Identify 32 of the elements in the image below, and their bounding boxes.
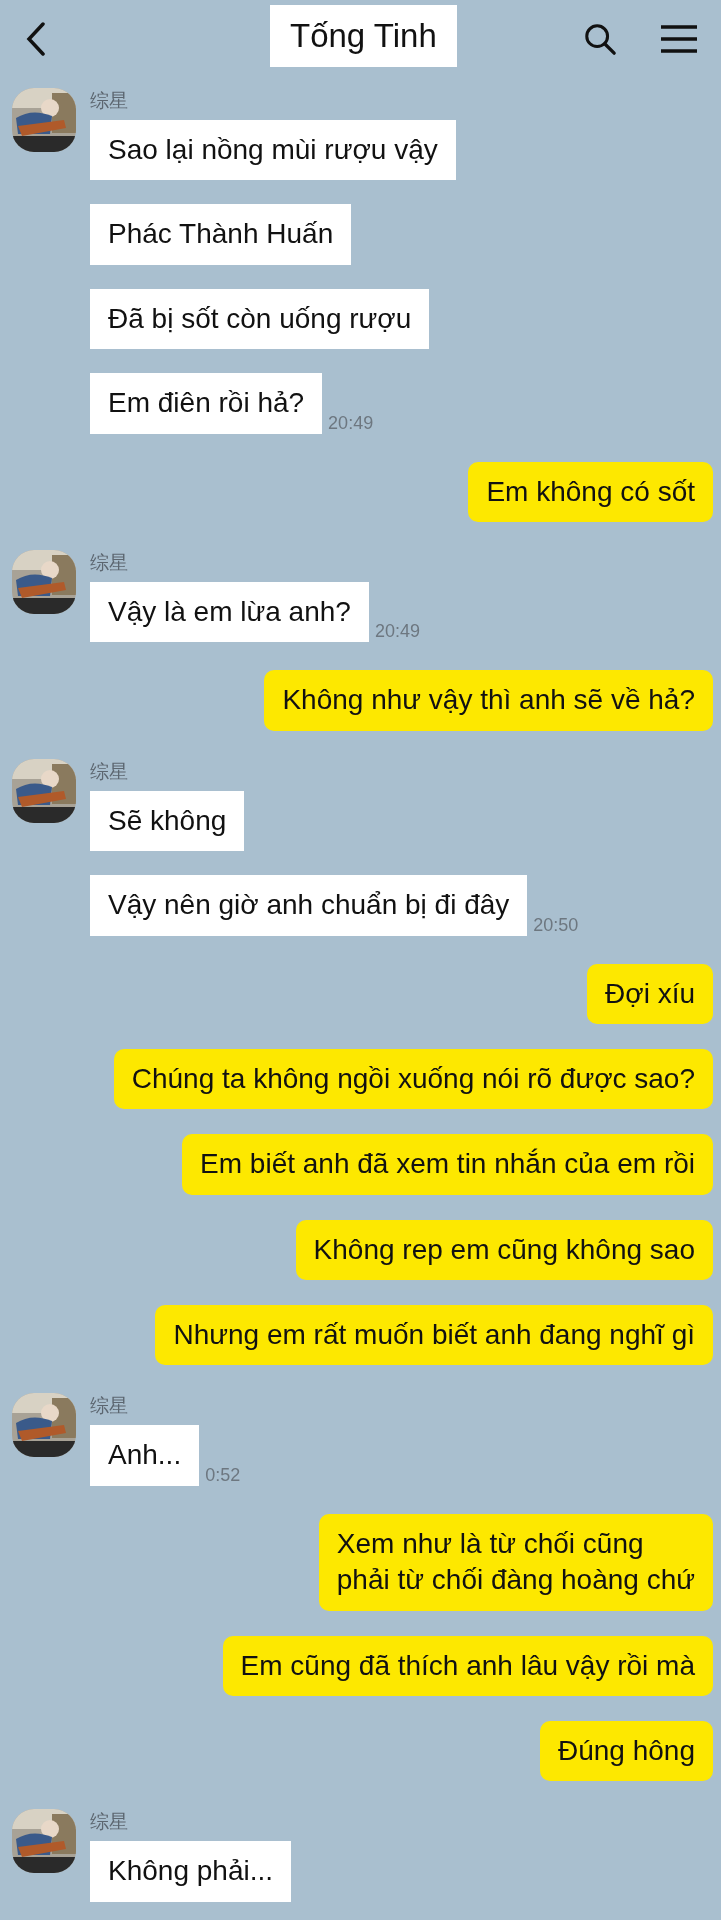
timestamp: 0:52 bbox=[205, 1464, 241, 1486]
message-bubble: Sẽ không bbox=[90, 790, 245, 852]
message-bubble: Em điên rồi hả? bbox=[90, 373, 323, 434]
message-bubble: Anh... bbox=[90, 1425, 200, 1486]
message-bubble: Em cũng đã thích anh lâu vậy rồi mà bbox=[222, 1635, 713, 1697]
message-bubble: Không rep em cũng không sao bbox=[295, 1219, 713, 1281]
message-bubble: Em không có sốt bbox=[468, 461, 713, 522]
message-bubble: Đã bị sốt còn uống rượu bbox=[90, 288, 430, 350]
sender-name: 综星 bbox=[90, 1810, 129, 1835]
back-icon[interactable] bbox=[26, 22, 46, 56]
message-bubble: Xem như là từ chối cũng phải từ chối đàng hoàng chứ bbox=[318, 1513, 713, 1611]
timestamp: 20:50 bbox=[533, 914, 579, 936]
message-bubble: Nhưng em rất muốn biết anh đang nghĩ gì bbox=[155, 1305, 713, 1366]
search-icon[interactable] bbox=[583, 22, 617, 56]
message-bubble: Không phải... bbox=[90, 1841, 292, 1902]
sender-name: 综星 bbox=[90, 1394, 129, 1419]
menu-icon[interactable] bbox=[659, 24, 699, 54]
sender-name: 综星 bbox=[90, 759, 129, 784]
sender-name: 综星 bbox=[90, 550, 129, 575]
message-bubble: Đợi xíu bbox=[587, 963, 713, 1024]
message-bubble: Sao lại nồng mùi rượu vậy bbox=[90, 120, 456, 181]
message-bubble: Vậy là em lừa anh? bbox=[90, 581, 369, 643]
message-bubble: Chúng ta không ngồi xuống nói rõ được sao? bbox=[113, 1048, 713, 1110]
sender-name: 综星 bbox=[90, 89, 129, 113]
chat-title: Tống Tinh bbox=[270, 5, 457, 67]
message-bubble: Vậy nên giờ anh chuẩn bị đi đây bbox=[90, 875, 528, 936]
message-bubble: Đúng hông bbox=[540, 1721, 713, 1782]
message-bubble: Không như vậy thì anh sẽ về hả? bbox=[264, 670, 713, 731]
timestamp: 20:49 bbox=[374, 621, 420, 643]
timestamp: 20:49 bbox=[328, 412, 374, 434]
message-bubble: Phác Thành Huấn bbox=[90, 204, 352, 265]
message-bubble: Em biết anh đã xem tin nhắn của em rồi bbox=[182, 1134, 713, 1195]
